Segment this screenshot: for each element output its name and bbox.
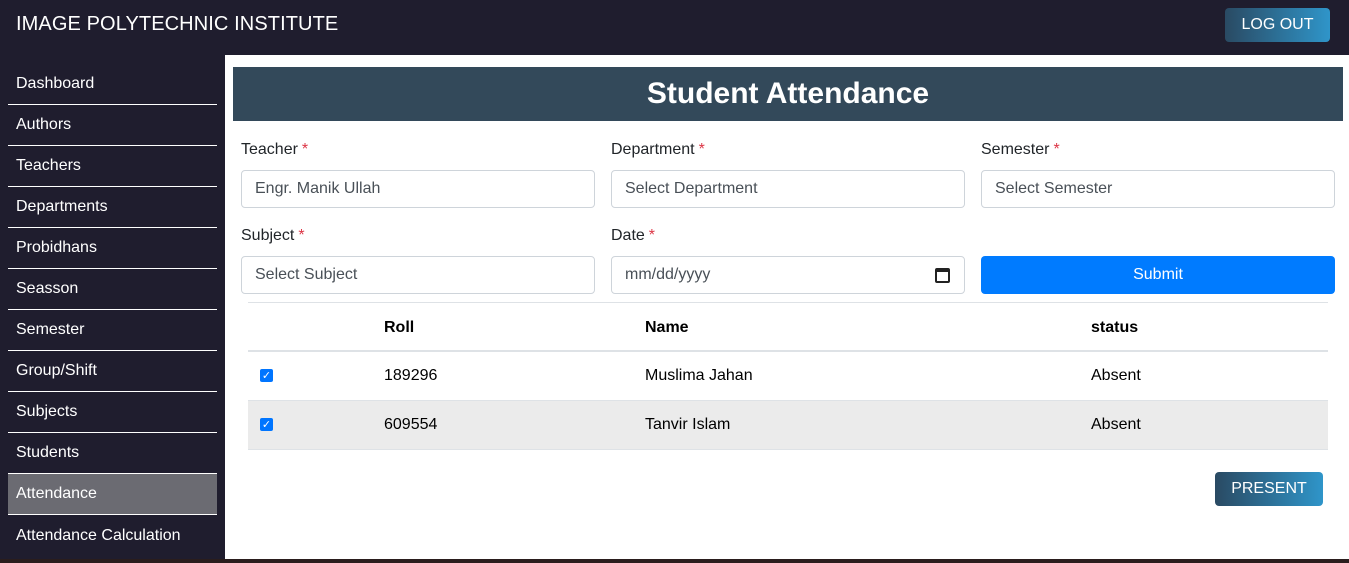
- sidebar-item-probidhans[interactable]: Probidhans: [8, 228, 217, 269]
- sidebar: Dashboard Authors Teachers Departments P…: [8, 64, 217, 556]
- date-input[interactable]: mm/dd/yyyy: [611, 256, 965, 294]
- logout-button[interactable]: LOG OUT: [1225, 8, 1330, 42]
- table-header: Roll Name status: [248, 302, 1328, 352]
- sidebar-item-attendance[interactable]: Attendance: [8, 474, 217, 515]
- department-label-text: Department: [611, 141, 695, 158]
- row-status: Absent: [1091, 367, 1141, 384]
- sidebar-item-seasson[interactable]: Seasson: [8, 269, 217, 310]
- semester-label: Semester *: [981, 141, 1060, 159]
- sidebar-item-departments[interactable]: Departments: [8, 187, 217, 228]
- sidebar-item-subjects[interactable]: Subjects: [8, 392, 217, 433]
- calendar-icon[interactable]: [935, 268, 950, 283]
- subject-label: Subject *: [241, 227, 305, 245]
- table-row: ✓ 609554 Tanvir Islam Absent: [248, 401, 1328, 450]
- sidebar-item-group-shift[interactable]: Group/Shift: [8, 351, 217, 392]
- teacher-field[interactable]: Engr. Manik Ullah: [241, 170, 595, 208]
- semester-label-text: Semester: [981, 141, 1050, 158]
- sidebar-item-dashboard[interactable]: Dashboard: [8, 64, 217, 105]
- date-placeholder: mm/dd/yyyy: [625, 266, 711, 283]
- row-checkbox[interactable]: ✓: [260, 418, 273, 431]
- subject-select[interactable]: Select Subject: [241, 256, 595, 294]
- required-mark: *: [648, 227, 656, 244]
- teacher-label: Teacher *: [241, 141, 308, 159]
- page-title: Student Attendance: [233, 67, 1343, 121]
- semester-select[interactable]: Select Semester: [981, 170, 1335, 208]
- department-select[interactable]: Select Department: [611, 170, 965, 208]
- top-navbar: IMAGE POLYTECHNIC INSTITUTE LOG OUT: [0, 0, 1349, 55]
- sidebar-item-attendance-calculation[interactable]: Attendance Calculation: [8, 515, 217, 556]
- sidebar-item-authors[interactable]: Authors: [8, 105, 217, 146]
- sidebar-item-students[interactable]: Students: [8, 433, 217, 474]
- required-mark: *: [698, 141, 705, 158]
- date-label: Date *: [611, 227, 655, 245]
- date-label-text: Date: [611, 227, 645, 244]
- submit-button[interactable]: Submit: [981, 256, 1335, 294]
- row-checkbox[interactable]: ✓: [260, 369, 273, 382]
- teacher-label-text: Teacher: [241, 141, 298, 158]
- table-row: ✓ 189296 Muslima Jahan Absent: [248, 352, 1328, 401]
- row-roll: 609554: [384, 416, 438, 433]
- required-mark: *: [301, 141, 309, 158]
- required-mark: *: [298, 227, 305, 244]
- required-mark: *: [1053, 141, 1060, 158]
- column-header-status: status: [1091, 319, 1139, 336]
- attendance-table: Roll Name status ✓ 189296 Muslima Jahan …: [248, 302, 1328, 450]
- sidebar-item-semester[interactable]: Semester: [8, 310, 217, 351]
- footer-strip: [0, 559, 1349, 563]
- row-status: Absent: [1091, 416, 1141, 433]
- department-label: Department *: [611, 141, 705, 159]
- sidebar-item-teachers[interactable]: Teachers: [8, 146, 217, 187]
- column-header-roll: Roll: [384, 319, 415, 336]
- row-roll: 189296: [384, 367, 438, 384]
- row-name: Muslima Jahan: [645, 367, 753, 384]
- column-header-name: Name: [645, 319, 689, 336]
- subject-label-text: Subject: [241, 227, 295, 244]
- main-content: Student Attendance Teacher * Department * …: [225, 55, 1349, 559]
- present-button[interactable]: PRESENT: [1215, 472, 1323, 506]
- row-name: Tanvir Islam: [645, 416, 731, 433]
- brand-title: IMAGE POLYTECHNIC INSTITUTE: [16, 13, 339, 35]
